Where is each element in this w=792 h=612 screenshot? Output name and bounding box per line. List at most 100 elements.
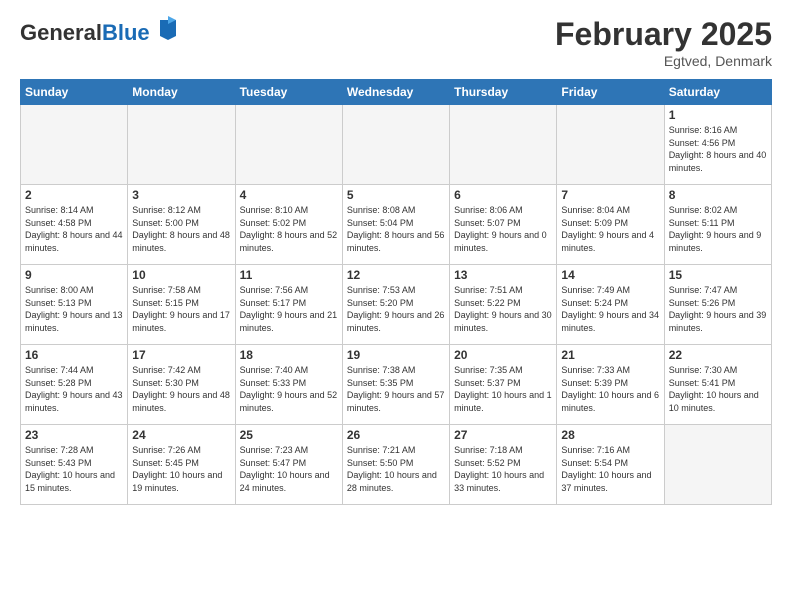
day-info: Sunrise: 7:30 AM Sunset: 5:41 PM Dayligh… bbox=[669, 364, 767, 414]
day-cell bbox=[128, 105, 235, 185]
day-cell: 21 Sunrise: 7:33 AM Sunset: 5:39 PM Dayli… bbox=[557, 345, 664, 425]
day-info: Sunrise: 7:21 AM Sunset: 5:50 PM Dayligh… bbox=[347, 444, 445, 494]
week-row-2: 2Sunrise: 8:14 AM Sunset: 4:58 PM Daylig… bbox=[21, 185, 772, 265]
day-number: 9 bbox=[25, 268, 123, 282]
day-info: Sunrise: 8:08 AM Sunset: 5:04 PM Dayligh… bbox=[347, 204, 445, 254]
header-day-tuesday: Tuesday bbox=[235, 80, 342, 105]
day-cell: 10 Sunrise: 7:58 AM Sunset: 5:15 PM Dayli… bbox=[128, 265, 235, 345]
day-cell: 14 Sunrise: 7:49 AM Sunset: 5:24 PM Dayli… bbox=[557, 265, 664, 345]
page: GeneralBlue February 2025 Egtved, Denmar… bbox=[0, 0, 792, 515]
day-number: 13 bbox=[454, 268, 552, 282]
day-number: 7 bbox=[561, 188, 659, 202]
day-cell: 6Sunrise: 8:06 AM Sunset: 5:07 PM Daylig… bbox=[450, 185, 557, 265]
day-info: Sunrise: 7:18 AM Sunset: 5:52 PM Dayligh… bbox=[454, 444, 552, 494]
day-info: Sunrise: 7:35 AM Sunset: 5:37 PM Dayligh… bbox=[454, 364, 552, 414]
day-cell: 7 Sunrise: 8:04 AM Sunset: 5:09 PM Daylig… bbox=[557, 185, 664, 265]
day-info: Sunrise: 7:58 AM Sunset: 5:15 PM Dayligh… bbox=[132, 284, 230, 334]
logo-icon bbox=[158, 16, 178, 40]
day-info: Sunrise: 7:16 AM Sunset: 5:54 PM Dayligh… bbox=[561, 444, 659, 494]
day-number: 16 bbox=[25, 348, 123, 362]
day-number: 20 bbox=[454, 348, 552, 362]
week-row-4: 16 Sunrise: 7:44 AM Sunset: 5:28 PM Dayli… bbox=[21, 345, 772, 425]
day-number: 23 bbox=[25, 428, 123, 442]
day-number: 11 bbox=[240, 268, 338, 282]
header-day-friday: Friday bbox=[557, 80, 664, 105]
day-cell bbox=[557, 105, 664, 185]
day-cell: 3 Sunrise: 8:12 AM Sunset: 5:00 PM Daylig… bbox=[128, 185, 235, 265]
calendar-table: SundayMondayTuesdayWednesdayThursdayFrid… bbox=[20, 79, 772, 505]
day-number: 12 bbox=[347, 268, 445, 282]
day-info: Sunrise: 7:51 AM Sunset: 5:22 PM Dayligh… bbox=[454, 284, 552, 334]
day-cell bbox=[664, 425, 771, 505]
day-cell: 26 Sunrise: 7:21 AM Sunset: 5:50 PM Dayli… bbox=[342, 425, 449, 505]
day-cell bbox=[450, 105, 557, 185]
day-number: 26 bbox=[347, 428, 445, 442]
day-number: 2 bbox=[25, 188, 123, 202]
day-cell: 23 Sunrise: 7:28 AM Sunset: 5:43 PM Dayli… bbox=[21, 425, 128, 505]
day-info: Sunrise: 8:12 AM Sunset: 5:00 PM Dayligh… bbox=[132, 204, 230, 254]
header: GeneralBlue February 2025 Egtved, Denmar… bbox=[20, 16, 772, 69]
day-number: 8 bbox=[669, 188, 767, 202]
title-block: February 2025 Egtved, Denmark bbox=[555, 16, 772, 69]
calendar-subtitle: Egtved, Denmark bbox=[555, 53, 772, 69]
day-cell: 2Sunrise: 8:14 AM Sunset: 4:58 PM Daylig… bbox=[21, 185, 128, 265]
day-number: 19 bbox=[347, 348, 445, 362]
day-number: 5 bbox=[347, 188, 445, 202]
day-number: 21 bbox=[561, 348, 659, 362]
day-cell: 27Sunrise: 7:18 AM Sunset: 5:52 PM Dayli… bbox=[450, 425, 557, 505]
day-cell bbox=[235, 105, 342, 185]
day-cell: 28 Sunrise: 7:16 AM Sunset: 5:54 PM Dayli… bbox=[557, 425, 664, 505]
header-day-thursday: Thursday bbox=[450, 80, 557, 105]
day-info: Sunrise: 7:40 AM Sunset: 5:33 PM Dayligh… bbox=[240, 364, 338, 414]
day-cell: 5 Sunrise: 8:08 AM Sunset: 5:04 PM Daylig… bbox=[342, 185, 449, 265]
calendar-title: February 2025 bbox=[555, 16, 772, 53]
day-number: 3 bbox=[132, 188, 230, 202]
day-info: Sunrise: 8:02 AM Sunset: 5:11 PM Dayligh… bbox=[669, 204, 767, 254]
day-number: 28 bbox=[561, 428, 659, 442]
logo-general-text: General bbox=[20, 20, 102, 45]
day-info: Sunrise: 8:04 AM Sunset: 5:09 PM Dayligh… bbox=[561, 204, 659, 254]
day-cell: 16 Sunrise: 7:44 AM Sunset: 5:28 PM Dayli… bbox=[21, 345, 128, 425]
day-cell: 11 Sunrise: 7:56 AM Sunset: 5:17 PM Dayli… bbox=[235, 265, 342, 345]
day-cell: 18 Sunrise: 7:40 AM Sunset: 5:33 PM Dayli… bbox=[235, 345, 342, 425]
day-info: Sunrise: 8:00 AM Sunset: 5:13 PM Dayligh… bbox=[25, 284, 123, 334]
header-day-monday: Monday bbox=[128, 80, 235, 105]
day-info: Sunrise: 8:10 AM Sunset: 5:02 PM Dayligh… bbox=[240, 204, 338, 254]
day-number: 24 bbox=[132, 428, 230, 442]
day-cell bbox=[342, 105, 449, 185]
day-cell: 25Sunrise: 7:23 AM Sunset: 5:47 PM Dayli… bbox=[235, 425, 342, 505]
day-info: Sunrise: 7:56 AM Sunset: 5:17 PM Dayligh… bbox=[240, 284, 338, 334]
day-number: 17 bbox=[132, 348, 230, 362]
day-cell: 4 Sunrise: 8:10 AM Sunset: 5:02 PM Daylig… bbox=[235, 185, 342, 265]
day-info: Sunrise: 7:38 AM Sunset: 5:35 PM Dayligh… bbox=[347, 364, 445, 414]
day-number: 4 bbox=[240, 188, 338, 202]
day-info: Sunrise: 7:42 AM Sunset: 5:30 PM Dayligh… bbox=[132, 364, 230, 414]
day-number: 22 bbox=[669, 348, 767, 362]
day-cell: 1 Sunrise: 8:16 AM Sunset: 4:56 PM Daylig… bbox=[664, 105, 771, 185]
header-day-wednesday: Wednesday bbox=[342, 80, 449, 105]
day-cell: 24 Sunrise: 7:26 AM Sunset: 5:45 PM Dayli… bbox=[128, 425, 235, 505]
header-day-saturday: Saturday bbox=[664, 80, 771, 105]
day-cell: 8 Sunrise: 8:02 AM Sunset: 5:11 PM Daylig… bbox=[664, 185, 771, 265]
day-number: 1 bbox=[669, 108, 767, 122]
day-cell: 9 Sunrise: 8:00 AM Sunset: 5:13 PM Daylig… bbox=[21, 265, 128, 345]
day-cell: 17 Sunrise: 7:42 AM Sunset: 5:30 PM Dayli… bbox=[128, 345, 235, 425]
day-cell: 15Sunrise: 7:47 AM Sunset: 5:26 PM Dayli… bbox=[664, 265, 771, 345]
day-number: 15 bbox=[669, 268, 767, 282]
week-row-3: 9 Sunrise: 8:00 AM Sunset: 5:13 PM Daylig… bbox=[21, 265, 772, 345]
day-info: Sunrise: 7:49 AM Sunset: 5:24 PM Dayligh… bbox=[561, 284, 659, 334]
header-day-sunday: Sunday bbox=[21, 80, 128, 105]
day-number: 18 bbox=[240, 348, 338, 362]
day-info: Sunrise: 8:16 AM Sunset: 4:56 PM Dayligh… bbox=[669, 124, 767, 174]
day-info: Sunrise: 7:33 AM Sunset: 5:39 PM Dayligh… bbox=[561, 364, 659, 414]
day-number: 10 bbox=[132, 268, 230, 282]
day-info: Sunrise: 7:23 AM Sunset: 5:47 PM Dayligh… bbox=[240, 444, 338, 494]
week-row-5: 23 Sunrise: 7:28 AM Sunset: 5:43 PM Dayli… bbox=[21, 425, 772, 505]
logo: GeneralBlue bbox=[20, 16, 178, 45]
day-info: Sunrise: 7:26 AM Sunset: 5:45 PM Dayligh… bbox=[132, 444, 230, 494]
day-number: 14 bbox=[561, 268, 659, 282]
day-info: Sunrise: 7:28 AM Sunset: 5:43 PM Dayligh… bbox=[25, 444, 123, 494]
week-row-1: 1 Sunrise: 8:16 AM Sunset: 4:56 PM Daylig… bbox=[21, 105, 772, 185]
day-info: Sunrise: 7:44 AM Sunset: 5:28 PM Dayligh… bbox=[25, 364, 123, 414]
logo-blue-text: Blue bbox=[102, 20, 150, 45]
